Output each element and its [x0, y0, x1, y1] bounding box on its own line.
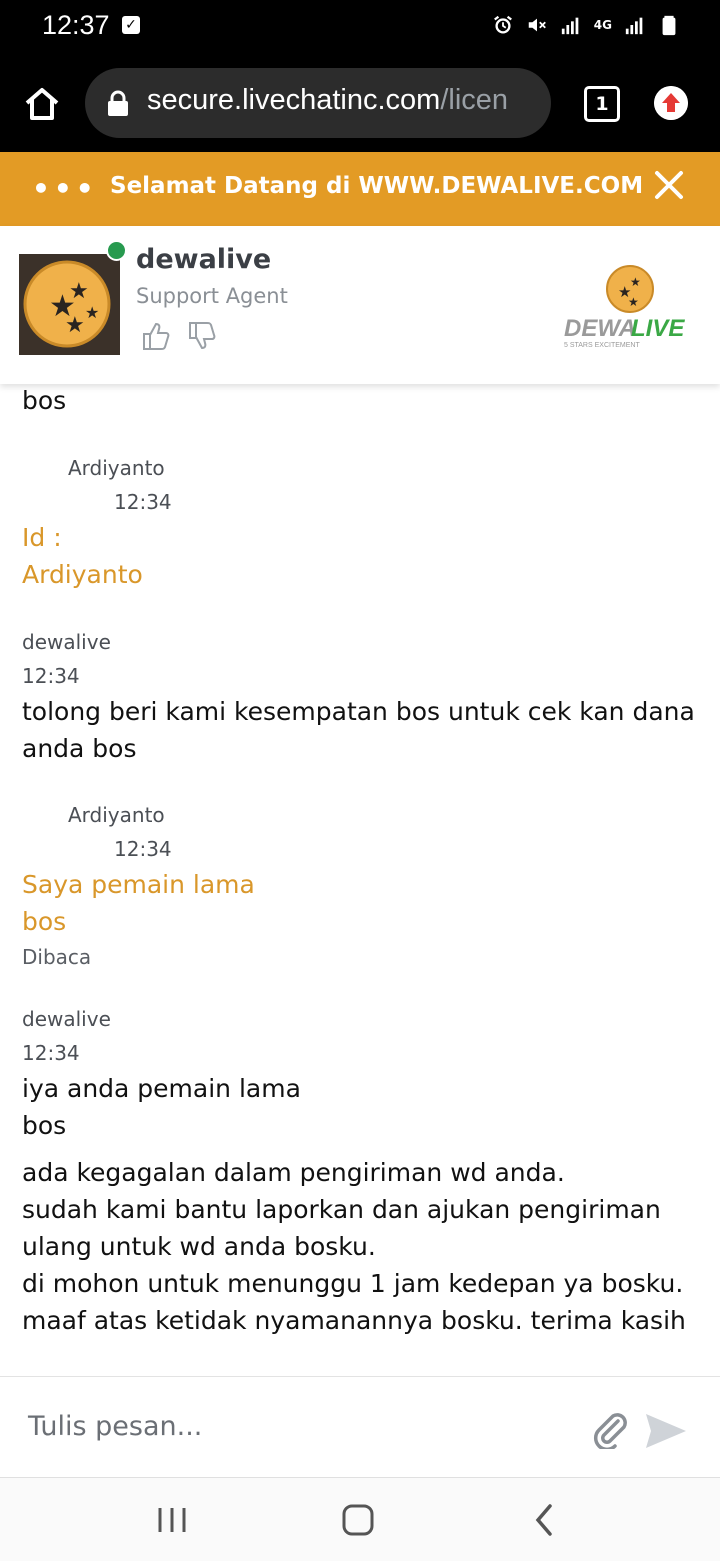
message-line: anda bos: [22, 734, 137, 763]
read-receipt: Dibaca: [22, 945, 92, 969]
svg-text:★: ★: [630, 275, 641, 289]
svg-text:★: ★: [69, 279, 89, 304]
avatar: ★ ★ ★ ★: [19, 254, 120, 355]
ball-logo-icon: ★ ★ ★ ★: [23, 260, 111, 348]
message-agent-4: iya anda pemain lama bos: [22, 1070, 301, 1144]
signal-icon-2: [625, 17, 643, 35]
message-line: sudah kami bantu laporkan dan ajukan pen…: [22, 1195, 661, 1224]
close-icon[interactable]: [654, 170, 684, 200]
status-bar: 12:37 ✓ 4G: [0, 0, 720, 56]
android-nav-bar: [0, 1477, 720, 1561]
thumbs-up-icon[interactable]: [140, 320, 172, 352]
svg-text:★: ★: [65, 313, 85, 338]
message-line: Ardiyanto: [22, 560, 143, 589]
dewalive-logo: ★ ★ ★ DEWA LIVE 5 STARS EXCITEMENT: [564, 265, 685, 349]
battery-icon: [662, 15, 676, 36]
home-nav-icon[interactable]: [338, 1502, 378, 1538]
status-icons: 4G: [492, 14, 680, 36]
agent-header: ★ ★ ★ ★ dewalive Support Agent ★ ★ ★ DEW…: [0, 226, 720, 384]
url-path: /licen: [440, 84, 509, 116]
message-visitor-1: Id : Ardiyanto: [22, 519, 143, 593]
message-agent-2: tolong beri kami kesempatan bos untuk ce…: [22, 693, 695, 767]
brand-tagline: 5 STARS EXCITEMENT: [564, 342, 640, 349]
alarm-icon: [493, 15, 512, 34]
message-line: di mohon untuk menunggu 1 jam kedepan ya…: [22, 1269, 684, 1298]
brand-name-part1: DEWA: [564, 315, 636, 342]
home-icon[interactable]: [22, 84, 62, 124]
rating-buttons: [140, 320, 218, 352]
message-author: Ardiyanto: [68, 803, 165, 827]
svg-text:★: ★: [85, 303, 99, 322]
agent-name: dewalive: [136, 244, 272, 275]
message-composer[interactable]: Tulis pesan...: [0, 1376, 720, 1477]
message-time: 12:34: [22, 664, 80, 688]
url-bar[interactable]: secure.livechatinc.com/licen: [85, 68, 551, 138]
message-line: iya anda pemain lama: [22, 1074, 301, 1103]
message-input-placeholder[interactable]: Tulis pesan...: [28, 1411, 202, 1442]
browser-toolbar: secure.livechatinc.com/licen 1: [0, 56, 720, 152]
chat-banner: ••• Selamat Datang di WWW.DEWALIVE.COM: [0, 152, 720, 226]
message-time: 12:34: [114, 490, 172, 514]
lock-icon: [108, 90, 128, 116]
back-icon[interactable]: [526, 1502, 566, 1538]
url-text: secure.livechatinc.com/licen: [147, 84, 508, 117]
message-author: dewalive: [22, 1007, 111, 1031]
message-line: ada kegagalan dalam pengiriman wd anda.: [22, 1158, 565, 1187]
chat-transcript: bos Ardiyanto 12:34 Id : Ardiyanto dewal…: [0, 384, 720, 1376]
signal-icon: [561, 17, 579, 35]
message-visitor-3: Saya pemain lama bos: [22, 866, 255, 940]
message-line: maaf atas ketidak nyamanannya bosku. ter…: [22, 1306, 686, 1335]
recent-apps-icon[interactable]: [152, 1502, 192, 1538]
network-type-label: 4G: [593, 18, 612, 32]
update-icon[interactable]: [654, 86, 688, 120]
mute-icon: [528, 18, 546, 32]
message-agent-5: ada kegagalan dalam pengiriman wd anda. …: [22, 1154, 686, 1339]
message-time: 12:34: [114, 837, 172, 861]
thumbs-down-icon[interactable]: [186, 320, 218, 352]
brand-name-part2: LIVE: [631, 315, 685, 342]
message-line: ulang untuk wd anda bosku.: [22, 1232, 376, 1261]
banner-title: Selamat Datang di WWW.DEWALIVE.COM: [110, 173, 644, 199]
message-line: tolong beri kami kesempatan bos untuk ce…: [22, 697, 695, 726]
message-line: Saya pemain lama: [22, 870, 255, 899]
agent-role: Support Agent: [136, 284, 288, 308]
url-domain: secure.livechatinc.com: [147, 84, 441, 116]
menu-dots-icon[interactable]: •••: [32, 172, 98, 205]
send-icon[interactable]: [644, 1411, 688, 1451]
message-time: 12:34: [22, 1041, 80, 1065]
online-indicator: [106, 240, 127, 261]
svg-text:★: ★: [628, 295, 639, 309]
attachment-icon[interactable]: [590, 1409, 630, 1449]
tab-switcher-button[interactable]: 1: [584, 86, 620, 122]
message-agent-0: bos: [22, 384, 66, 419]
message-line: bos: [22, 386, 67, 415]
message-author: dewalive: [22, 630, 111, 654]
message-line: Id :: [22, 523, 62, 552]
message-author: Ardiyanto: [68, 456, 165, 480]
status-time: 12:37: [42, 10, 110, 40]
notification-check-icon: ✓: [122, 16, 140, 34]
message-line: bos: [22, 1111, 67, 1140]
message-line: bos: [22, 907, 67, 936]
